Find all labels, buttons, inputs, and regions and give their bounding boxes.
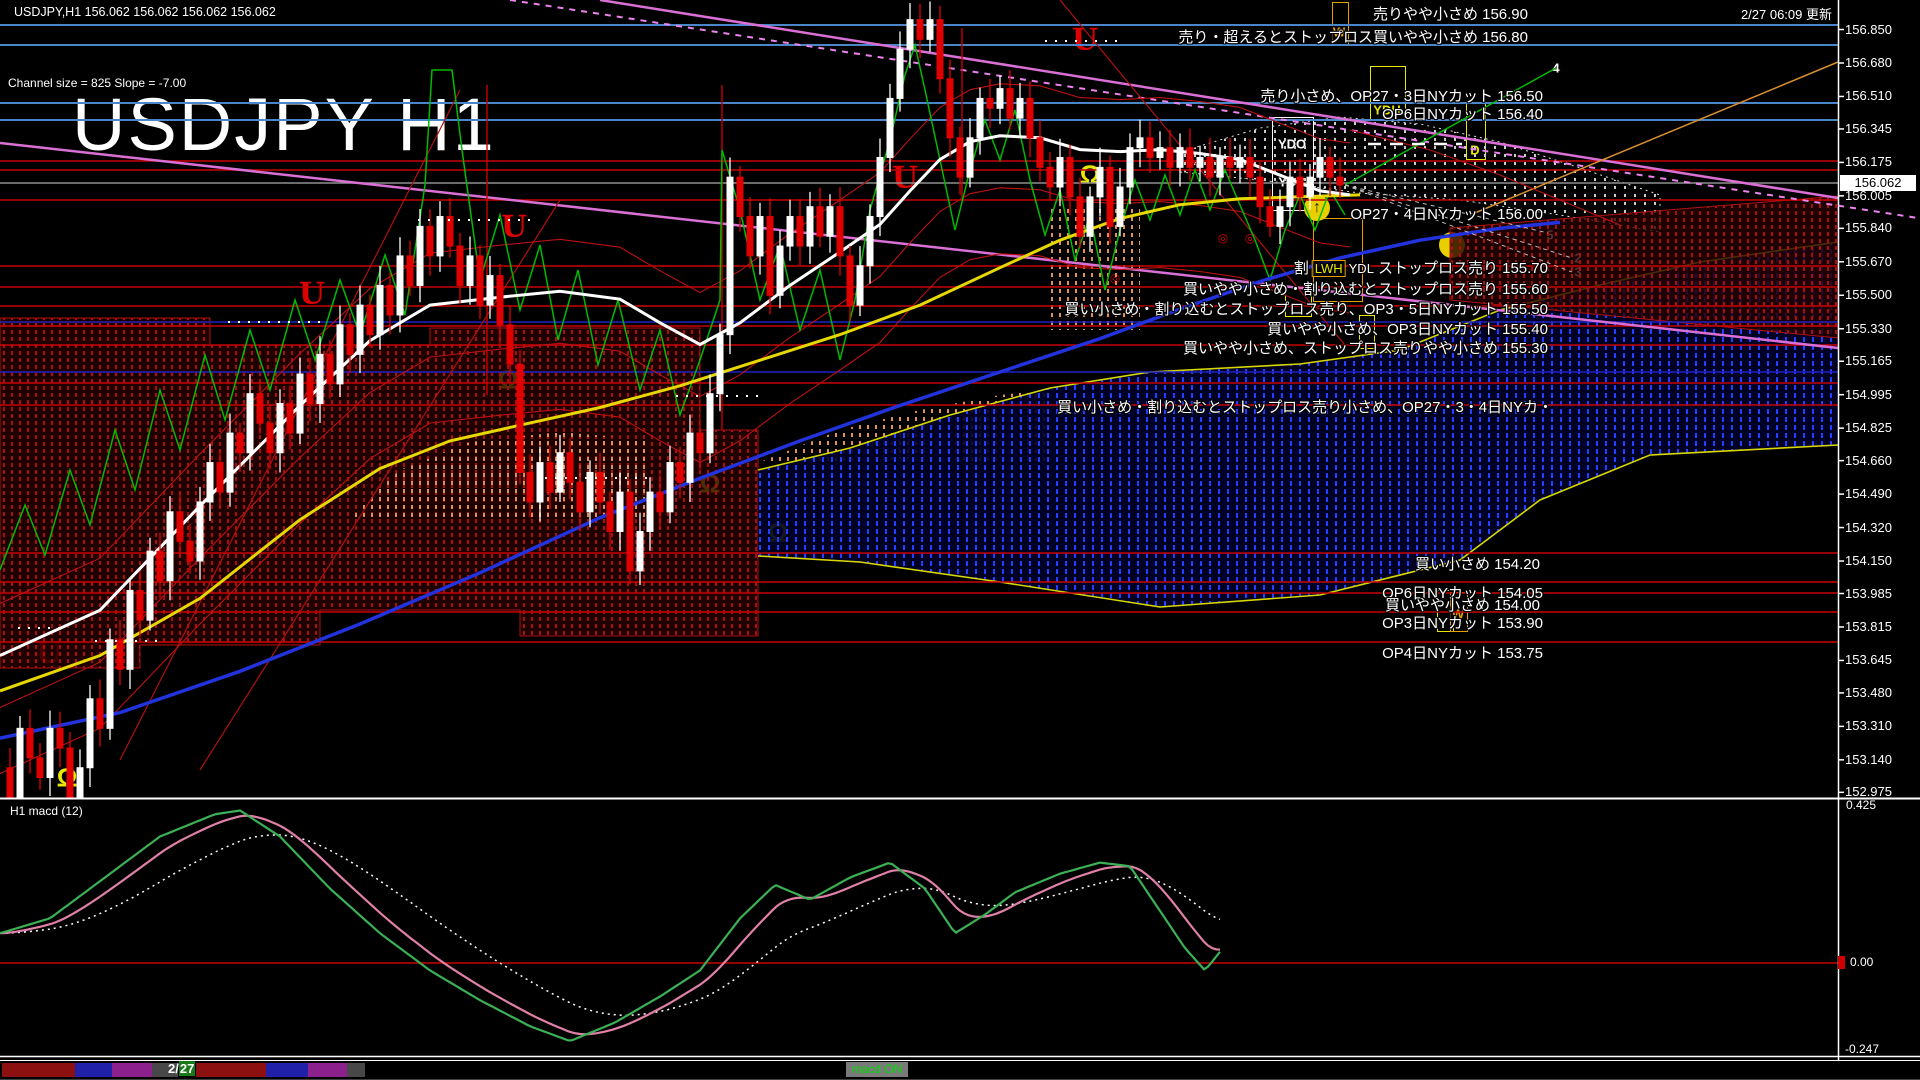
price-annotation: 割LWHYDLストップロス売り 155.70 <box>1294 257 1548 278</box>
macd-axis-bottom: -0.247 <box>1845 1042 1879 1056</box>
timeline-status-bar[interactable] <box>0 1061 1920 1079</box>
timeline-segment <box>2 1063 75 1077</box>
price-annotation: 買いやや小さめ、OP3日NYカット 155.40 <box>1267 318 1548 339</box>
level-tag: YDL <box>1349 261 1374 276</box>
timeline-segment <box>75 1063 112 1077</box>
price-annotation: 売り・超えるとストップロス買いやや小さめ 156.80 <box>1178 26 1528 47</box>
price-annotation: 買いやや小さめ、ストップロス売りやや小さめ 155.30 <box>1183 337 1548 358</box>
session-date-label: 2/27 <box>168 1061 195 1076</box>
timeline-segment <box>196 1063 266 1077</box>
price-annotation: 買い小さめ・割り込むとストップロス売り小さめ、OP27・3・4日NYカ・ <box>1057 396 1553 417</box>
level-tag: LWH <box>1312 260 1346 277</box>
price-annotation: OP4日NYカット 153.75 <box>1382 642 1543 663</box>
channel-info-label: Channel size = 825 Slope = -7.00 <box>8 76 186 90</box>
macd-toggle-button[interactable]: macd ON <box>846 1062 908 1077</box>
price-annotation: 売りやや小さめ 156.90 <box>1373 3 1528 24</box>
price-chart-canvas[interactable]: USDJPY H1 <box>0 0 1920 1080</box>
price-annotation: 買い小さめ 154.20 <box>1415 553 1540 574</box>
timeline-segment <box>347 1063 365 1077</box>
watermark-title: USDJPY H1 <box>72 83 496 166</box>
price-annotation: 買いやや小さめ・割り込むとストップロス売り 155.60 <box>1183 278 1548 299</box>
macd-axis-top: 0.425 <box>1846 798 1876 812</box>
timeline-segment <box>112 1063 152 1077</box>
mt4-chart-window: USDJPY H1 USDJPY,H1 156.062 156.062 156.… <box>0 0 1920 1080</box>
macd-indicator-label: H1 macd (12) <box>10 804 83 818</box>
price-annotation: OP6日NYカット 156.40 <box>1382 103 1543 124</box>
update-timestamp: 2/27 06:09 更新 <box>1741 4 1832 23</box>
price-annotation: OP3日NYカット 153.90 <box>1382 612 1543 633</box>
symbol-ohlc-readout: USDJPY,H1 156.062 156.062 156.062 156.06… <box>14 5 276 19</box>
price-annotation: OP27・4日NYカット 156.00 <box>1350 203 1543 224</box>
macd-axis-zero: 0.00 <box>1850 955 1873 969</box>
timeline-segment <box>266 1063 308 1077</box>
macd-zero-marker <box>1838 956 1845 969</box>
price-annotation: 買い小さめ・割り込むとストップロス売り、OP3・5日NYカット 155.50 <box>1064 298 1548 319</box>
current-price-tag: 156.062 <box>1840 175 1916 191</box>
timeline-segment <box>308 1063 347 1077</box>
